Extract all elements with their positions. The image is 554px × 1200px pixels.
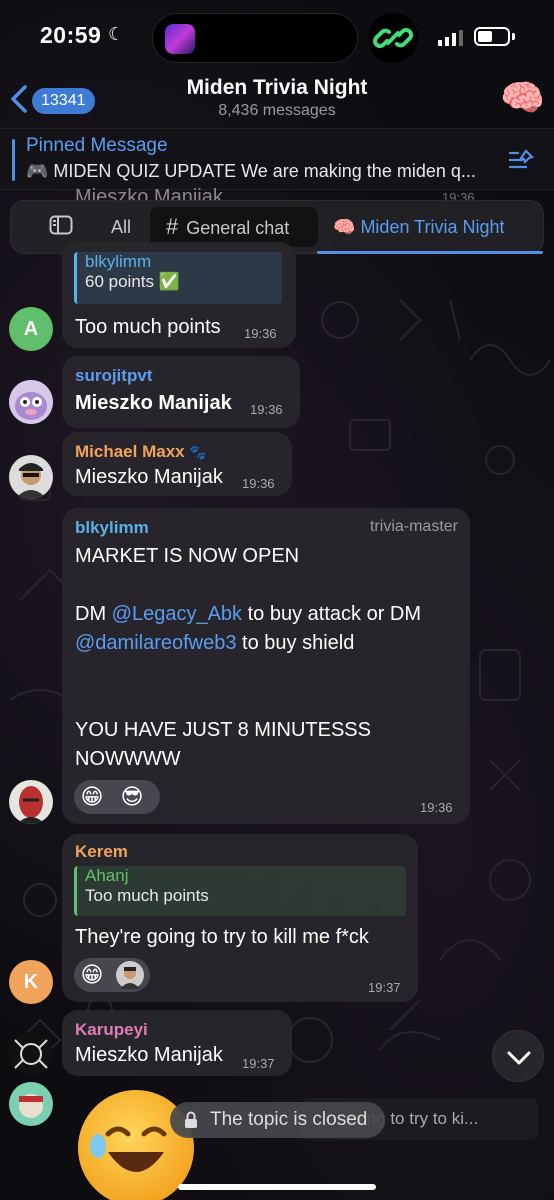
moon-icon: ☾: [108, 24, 125, 44]
sender-name[interactable]: Kerem: [75, 842, 128, 862]
avatar[interactable]: [9, 380, 53, 424]
grin-reaction[interactable]: 😁: [78, 783, 106, 811]
message-time: 19:36: [420, 800, 453, 815]
reply-text: Too much points: [85, 886, 209, 905]
message-time: 19:36: [244, 326, 277, 341]
message-bubble[interactable]: surojitpvt Mieszko Manijak 19:36: [62, 356, 300, 428]
topic-closed-notice: The topic is closed: [170, 1102, 386, 1138]
message-text: Mieszko Manijak: [75, 466, 223, 488]
status-bar: 20:59 ☾: [0, 0, 554, 70]
message-time: 19:37: [242, 1056, 275, 1071]
message-text: Mieszko Manijak: [75, 1044, 223, 1066]
scroll-down-button[interactable]: [492, 1030, 544, 1082]
pinned-text: 🎮 MIDEN QUIZ UPDATE We are making the mi…: [26, 161, 476, 181]
hash-icon: #: [166, 214, 179, 239]
paw-badge-icon: 🐾: [189, 444, 207, 460]
avatar[interactable]: A: [9, 307, 53, 351]
message-text: They're going to try to kill me f*ck: [75, 926, 369, 948]
tab-general-chat[interactable]: # General chat: [150, 207, 318, 247]
avatar[interactable]: [9, 455, 53, 499]
message-text: MARKET IS NOW OPEN DM @Legacy_Abk to buy…: [75, 545, 422, 770]
pinned-list-icon[interactable]: [508, 149, 536, 171]
tab-all[interactable]: All: [111, 207, 131, 247]
message-text: Mieszko Manijak: [75, 392, 232, 414]
message-bubble[interactable]: Kerem Ahanj Too much points They're goin…: [62, 834, 418, 1002]
dynamic-island: [152, 13, 358, 63]
mention-link[interactable]: @damilareofweb3: [75, 632, 237, 654]
sender-name[interactable]: Michael Maxx 🐾: [75, 442, 207, 462]
signal-icon: [438, 30, 464, 51]
message-time: 19:36: [250, 402, 283, 417]
message-time: 19:37: [368, 980, 401, 995]
status-time: 20:59: [40, 22, 102, 48]
sidebar-toggle-icon[interactable]: [49, 215, 73, 235]
avatar[interactable]: [9, 1082, 53, 1126]
sender-name[interactable]: Karupeyi: [75, 1020, 148, 1040]
reply-quote[interactable]: Ahanj Too much points: [74, 866, 406, 916]
avatar[interactable]: [9, 1032, 53, 1076]
lock-icon: [185, 1111, 197, 1128]
reply-author: Ahanj: [85, 866, 129, 885]
sender-name[interactable]: blkylimm: [75, 518, 149, 538]
sunglasses-reaction[interactable]: 😎: [118, 783, 146, 811]
mention-link[interactable]: @Legacy_Abk: [112, 603, 242, 625]
avatar[interactable]: K: [9, 960, 53, 1004]
message-bubble[interactable]: Karupeyi Mieszko Manijak 19:37: [62, 1010, 292, 1076]
reactions[interactable]: 😁: [74, 958, 150, 992]
message-bubble[interactable]: blkylimm 60 points ✅ Too much points 19:…: [62, 242, 296, 348]
chat-header: 13341 Miden Trivia Night 8,436 messages …: [0, 70, 554, 126]
brain-icon: 🧠: [333, 217, 356, 237]
reactor-avatar: [116, 961, 144, 989]
sender-name[interactable]: surojitpvt: [75, 366, 152, 386]
link-icon: [368, 13, 418, 63]
message-bubble[interactable]: blkylimm trivia-master MARKET IS NOW OPE…: [62, 508, 470, 824]
app-icon: [165, 24, 195, 54]
chevron-down-icon: [507, 1051, 531, 1065]
pinned-message-bar[interactable]: Pinned Message 🎮 MIDEN QUIZ UPDATE We ar…: [0, 128, 554, 190]
reply-text: 60 points ✅: [85, 272, 180, 291]
pinned-title: Pinned Message: [26, 135, 168, 156]
message-count: 8,436 messages: [218, 102, 336, 119]
home-indicator[interactable]: [178, 1184, 376, 1190]
reply-author: blkylimm: [85, 252, 152, 271]
message-time: 19:36: [242, 476, 275, 491]
sender-role: trivia-master: [369, 518, 458, 535]
chat-avatar[interactable]: 🧠: [500, 76, 545, 120]
message-text: Too much points: [75, 316, 221, 338]
active-tab-indicator: [317, 251, 543, 254]
tab-miden-trivia-night[interactable]: 🧠 Miden Trivia Night: [333, 207, 505, 247]
reply-quote[interactable]: blkylimm 60 points ✅: [74, 252, 282, 304]
reactions[interactable]: 😁 😎: [74, 780, 160, 814]
chat-title[interactable]: Miden Trivia Night: [0, 76, 554, 100]
message-bubble[interactable]: Michael Maxx 🐾 Mieszko Manijak 19:36: [62, 432, 292, 496]
avatar[interactable]: [9, 780, 53, 824]
grin-reaction[interactable]: 😁: [78, 961, 106, 989]
battery-icon: [474, 27, 510, 46]
